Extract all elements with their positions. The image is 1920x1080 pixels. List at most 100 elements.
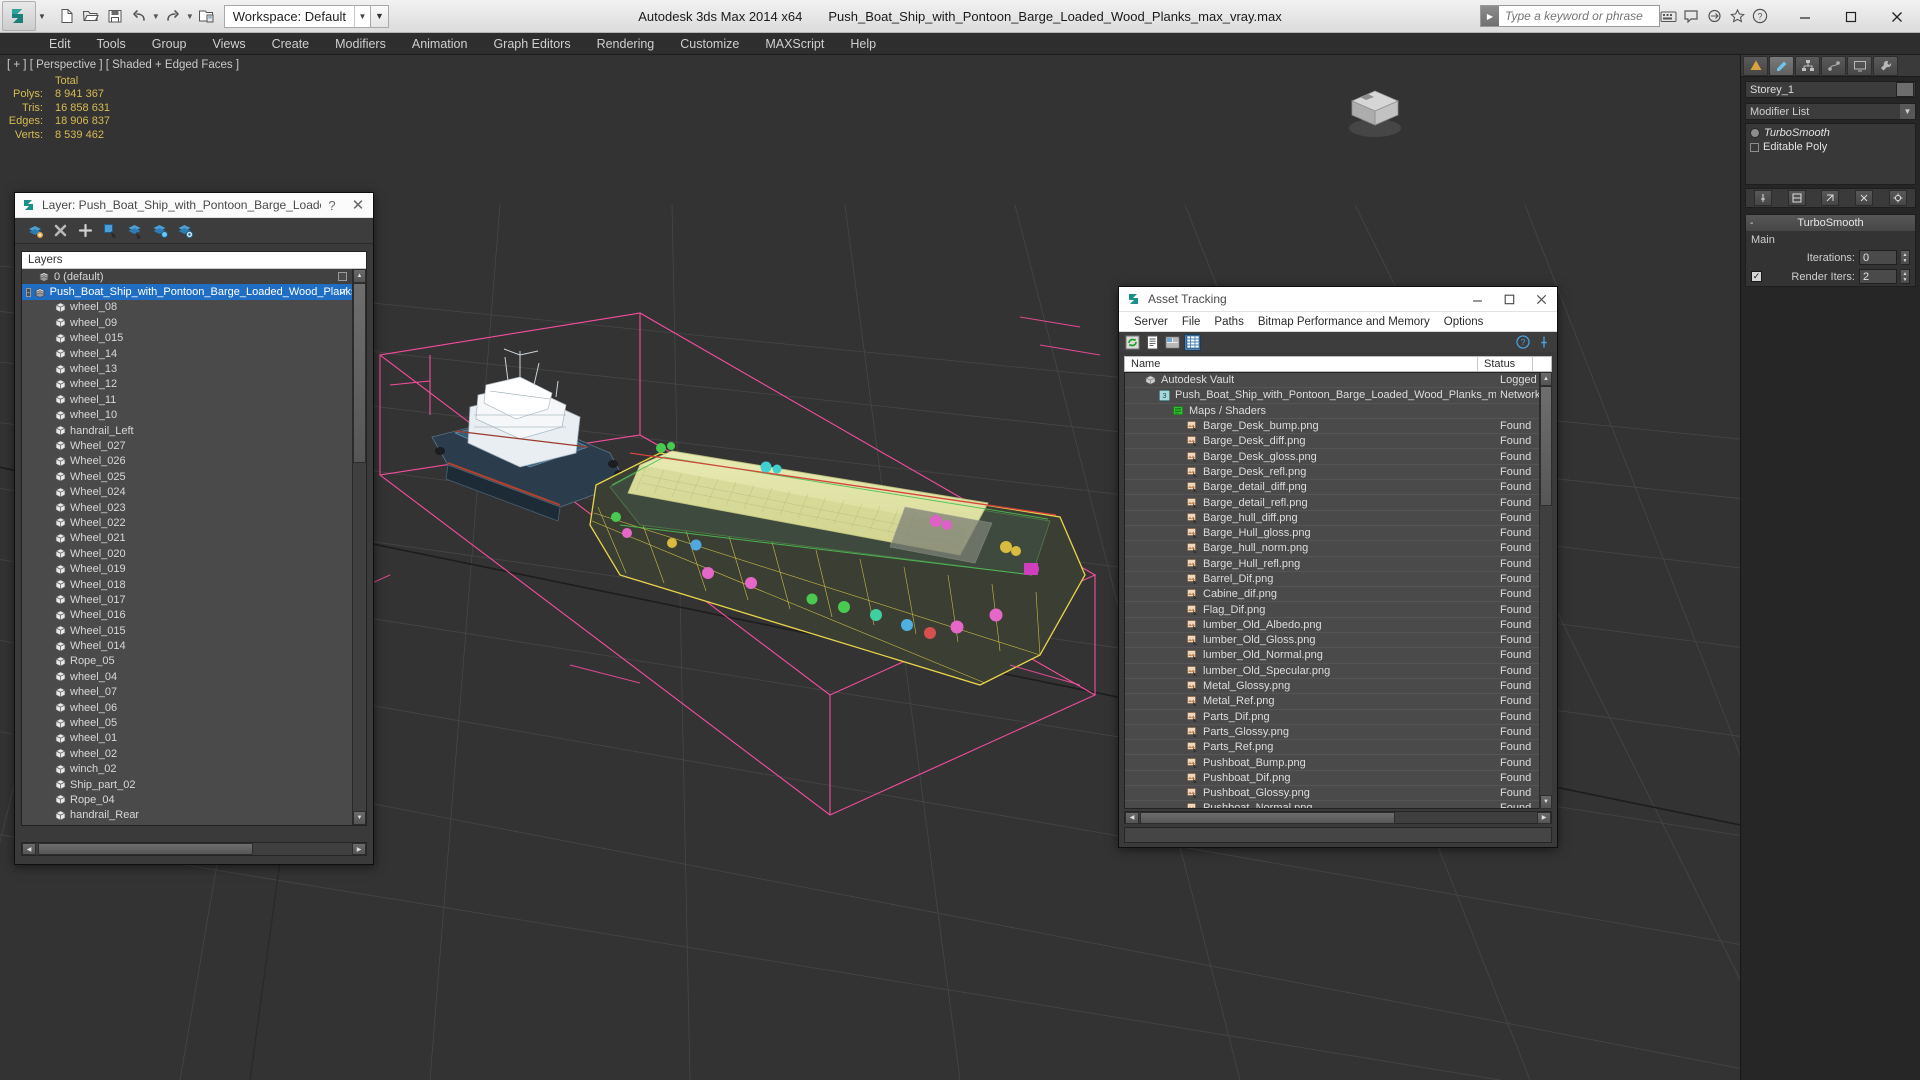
asset-scroll-right-icon[interactable]: ▶ [1537,811,1551,824]
asset-scroll-down-icon[interactable]: ▼ [1540,795,1552,809]
exchange-icon[interactable] [1704,6,1724,26]
layer-object-row[interactable]: Wheel_021 [22,531,352,546]
render-iters-value[interactable]: 2 [1859,269,1897,284]
layer-object-row[interactable]: wheel_12 [22,377,352,392]
asset-row[interactable]: Barge_Hull_gloss.png Found [1125,526,1551,542]
layer-object-row[interactable]: Wheel_019 [22,561,352,576]
display-tab[interactable] [1847,55,1872,76]
new-icon[interactable] [56,5,78,27]
asset-row[interactable]: Pushboat_Bump.png Found [1125,755,1551,771]
asset-row[interactable]: Metal_Ref.png Found [1125,694,1551,710]
layer-object-row[interactable]: Wheel_018 [22,577,352,592]
layer-object-row[interactable]: Rope_04 [22,792,352,807]
asset-scroll-thumb[interactable] [1540,386,1552,506]
layer-object-row[interactable]: wheel_01 [22,731,352,746]
asset-tracking-window[interactable]: Asset Tracking Server File Paths Bitmap … [1118,286,1558,848]
rollout-header[interactable]: - TurboSmooth [1746,215,1915,231]
menu-animation[interactable]: Animation [399,35,481,53]
layer-object-row[interactable]: wheel_02 [22,746,352,761]
utilities-tab[interactable] [1873,55,1898,76]
asset-row[interactable]: Maps / Shaders [1125,404,1551,419]
search-box[interactable]: ▶ [1480,5,1660,27]
asset-table-rows[interactable]: Autodesk Vault Logged O 3 Push_Boat_Ship_wi… [1124,372,1552,809]
layer-object-row[interactable]: winch_01 [22,823,352,826]
refresh-icon[interactable] [1124,334,1141,351]
select-highlighted-layers-icon[interactable] [124,220,146,242]
delete-layer-icon[interactable] [49,220,71,242]
asset-menu-options[interactable]: Options [1437,315,1491,329]
layer-object-row[interactable]: winch_02 [22,762,352,777]
asset-row[interactable]: lumber_Old_Normal.png Found [1125,648,1551,664]
object-name-field[interactable] [1745,81,1916,98]
undo-icon[interactable] [128,5,150,27]
view-cube[interactable] [1340,73,1410,143]
communication-center-icon[interactable] [1681,6,1701,26]
asset-row[interactable]: Parts_Dif.png Found [1125,710,1551,725]
layer-object-row[interactable]: Ship_part_02 [22,777,352,792]
layer-object-row[interactable]: Wheel_027 [22,438,352,453]
layer-object-row[interactable]: Wheel_023 [22,500,352,515]
pin-stack-icon[interactable] [1753,190,1772,206]
stack-item-editable-poly[interactable]: Editable Poly [1748,140,1913,154]
object-color-swatch[interactable] [1896,82,1914,97]
asset-row[interactable]: Barge_Desk_refl.png Found [1125,465,1551,481]
add-selection-to-layer-icon[interactable] [74,220,96,242]
menu-maxscript[interactable]: MAXScript [752,35,837,53]
asset-close-button[interactable] [1525,287,1557,312]
motion-tab[interactable] [1821,55,1846,76]
redo-dropdown-icon[interactable]: ▼ [186,12,194,21]
asset-row[interactable]: Barge_Desk_diff.png Found [1125,434,1551,450]
open-icon[interactable] [80,5,102,27]
asset-row[interactable]: Pushboat_Dif.png Found [1125,771,1551,787]
layer-object-row[interactable]: wheel_10 [22,408,352,423]
asset-row[interactable]: Parts_Glossy.png Found [1125,725,1551,741]
asset-column-resize-handle[interactable] [1533,357,1551,371]
render-iters-checkbox[interactable]: ✓ [1751,271,1762,282]
visibility-check-icon[interactable]: ✓ [340,287,348,298]
layer-row[interactable]: - Push_Boat_Ship_with_Pontoon_Barge_Loade… [22,284,352,300]
list-view-icon[interactable] [1144,334,1161,351]
layer-object-row[interactable]: wheel_09 [22,315,352,330]
menu-edit[interactable]: Edit [36,35,84,53]
search-input[interactable] [1499,6,1659,26]
help-icon[interactable]: ? [1514,334,1531,351]
asset-column-name[interactable]: Name [1125,357,1478,371]
configure-modifier-sets-icon[interactable] [1889,190,1908,206]
layer-object-row[interactable]: Wheel_014 [22,638,352,653]
iterations-spinner[interactable]: ▲ ▼ [1901,250,1910,265]
layer-object-row[interactable]: handrail_Rear [22,808,352,823]
layer-object-row[interactable]: wheel_05 [22,715,352,730]
layer-object-row[interactable]: wheel_08 [22,300,352,315]
help-icon[interactable]: ? [1750,6,1770,26]
layer-object-row[interactable]: Wheel_017 [22,592,352,607]
layer-list[interactable]: Layers 0 (default) - Push_Boat_Ship_with_P… [21,251,367,826]
asset-row[interactable]: Barge_hull_diff.png Found [1125,511,1551,526]
asset-row[interactable]: Pushboat_Normal.png Found [1125,801,1551,808]
set-project-folder-icon[interactable] [196,5,218,27]
layer-list-horizontal-scrollbar[interactable]: ◀ ▶ [21,842,367,856]
workspace-more-icon[interactable]: ▼ [370,4,389,28]
asset-row[interactable]: lumber_Old_Albedo.png Found [1125,618,1551,634]
asset-vertical-scrollbar[interactable]: ▲ ▼ [1539,372,1552,809]
minimize-button[interactable] [1782,0,1828,33]
asset-row[interactable]: Flag_Dif.png Found [1125,602,1551,618]
light-bulb-icon[interactable] [1750,128,1760,138]
menu-modifiers[interactable]: Modifiers [322,35,399,53]
show-end-result-icon[interactable] [1787,190,1806,206]
3dsmax-app-logo[interactable] [2,1,36,31]
asset-row[interactable]: Barge_Hull_refl.png Found [1125,557,1551,572]
close-button[interactable] [1874,0,1920,33]
asset-menu-paths[interactable]: Paths [1207,315,1250,329]
iterations-value[interactable]: 0 [1859,250,1897,265]
asset-row[interactable]: 3 Push_Boat_Ship_with_Pontoon_Barge_Loade… [1125,388,1551,404]
asset-row[interactable]: Cabine_dif.png Found [1125,587,1551,603]
layer-object-row[interactable]: Wheel_020 [22,546,352,561]
asset-scroll-left-icon[interactable]: ◀ [1125,811,1139,824]
layer-object-row[interactable]: Rope_05 [22,654,352,669]
menu-help[interactable]: Help [837,35,889,53]
menu-views[interactable]: Views [199,35,258,53]
scroll-up-icon[interactable]: ▲ [353,269,366,283]
scroll-thumb[interactable] [353,283,366,463]
modifier-stack[interactable]: TurboSmooth Editable Poly [1745,123,1916,185]
visibility-checkbox[interactable] [338,272,347,282]
